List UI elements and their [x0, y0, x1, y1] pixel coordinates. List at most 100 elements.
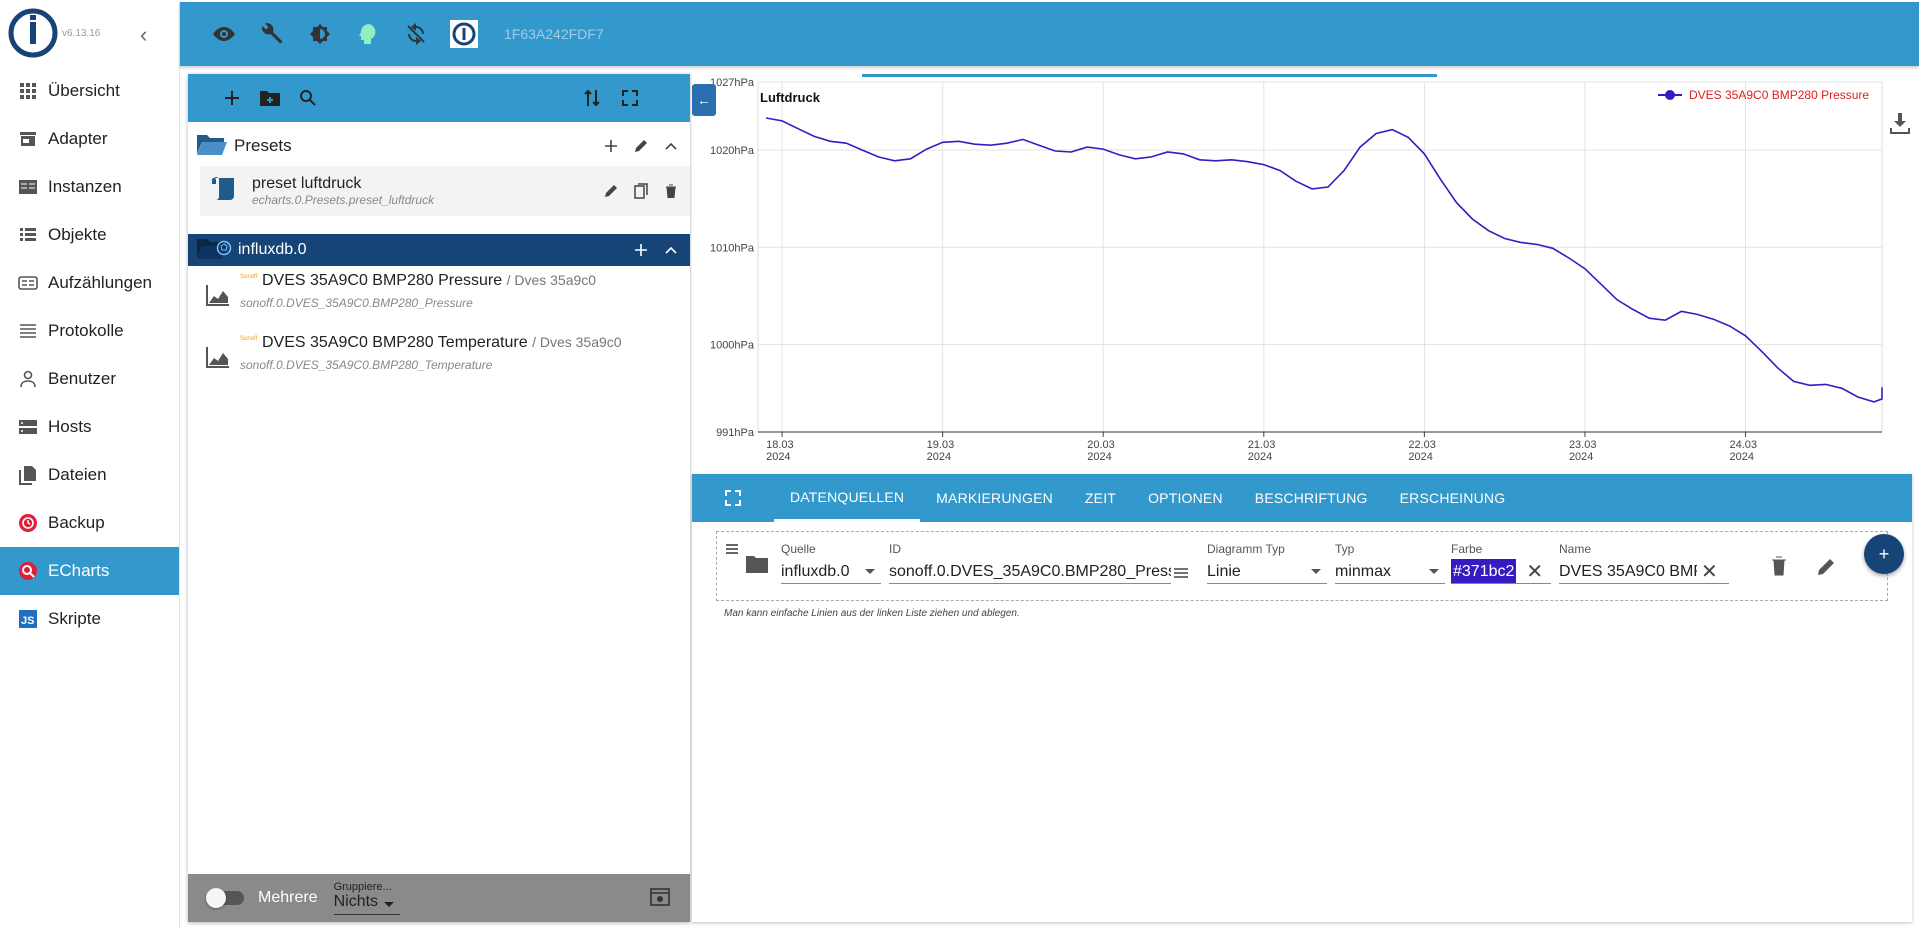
x-tick-label: 18.03	[766, 439, 794, 451]
sidebar-item-echarts[interactable]: ECharts	[0, 547, 179, 595]
sidebar-item-label: Benutzer	[48, 369, 117, 388]
sidebar-item-backup[interactable]: Backup	[0, 499, 179, 547]
expert-mode-icon[interactable]	[354, 20, 382, 48]
multiple-toggle[interactable]	[206, 888, 244, 908]
sidebar-item-label: Objekte	[48, 225, 107, 244]
sidebar-item-hosts[interactable]: Hosts	[0, 403, 179, 451]
settings-panel: DATENQUELLEN MARKIERUNGEN ZEIT OPTIONEN BESC…	[692, 474, 1912, 922]
x-tick-year-label: 2024	[1730, 451, 1754, 463]
wrench-icon[interactable]	[258, 20, 286, 48]
clear-name-icon[interactable]: ✕	[1701, 559, 1718, 583]
collapse-icon[interactable]	[662, 137, 680, 155]
folder-icon[interactable]	[745, 554, 769, 579]
name-field[interactable]: Name DVES 35A9C0 BMP280 Pressure ✕	[1559, 542, 1729, 584]
add-icon[interactable]	[220, 86, 244, 110]
sidebar-item-label: Übersicht	[48, 81, 120, 100]
search-icon[interactable]	[296, 86, 320, 110]
objects-toolbar	[188, 74, 690, 122]
preset-item[interactable]: preset luftdruck echarts.0.Presets.prese…	[200, 166, 690, 216]
x-tick-year-label: 2024	[1087, 451, 1111, 463]
area-chart-icon	[206, 346, 230, 373]
svg-text:JS: JS	[21, 615, 34, 627]
source-select[interactable]: Quelle influxdb.0	[781, 542, 881, 584]
copy-preset-icon[interactable]	[632, 182, 650, 200]
collapse-panel-button[interactable]: ←	[692, 84, 716, 116]
influxdb-label: influxdb.0	[238, 241, 307, 258]
presets-folder[interactable]: Presets	[188, 126, 690, 166]
sonoff-tag: Sonoff	[240, 336, 258, 342]
sidebar-item-label: Instanzen	[48, 177, 122, 196]
store-icon	[18, 129, 38, 149]
delete-preset-icon[interactable]	[662, 182, 680, 200]
delete-line-icon[interactable]	[1771, 556, 1787, 581]
objects-footer: Mehrere Gruppiere... Nichts	[188, 874, 690, 922]
y-tick-label: 991hPa	[716, 427, 755, 439]
preset-title: preset luftdruck	[252, 175, 362, 192]
influxdb-folder[interactable]: influxdb.0	[188, 234, 690, 266]
collapse-icon[interactable]	[662, 241, 680, 259]
user-icon	[18, 369, 38, 389]
list-icon[interactable]	[1173, 566, 1189, 584]
tab-erscheinung[interactable]: ERSCHEINUNG	[1384, 474, 1522, 522]
sidebar-item-label: Backup	[48, 513, 105, 532]
sidebar-item-übersicht[interactable]: Übersicht	[0, 67, 179, 115]
sidebar-item-protokolle[interactable]: Protokolle	[0, 307, 179, 355]
tab-beschriftung[interactable]: BESCHRIFTUNG	[1239, 474, 1384, 522]
sidebar-item-dateien[interactable]: Dateien	[0, 451, 179, 499]
add-preset-icon[interactable]	[602, 137, 620, 155]
add-folder-icon[interactable]	[258, 86, 282, 110]
id-field[interactable]: ID sonoff.0.DVES_35A9C0.BMP280_Pressure	[889, 542, 1171, 584]
edit-folder-icon[interactable]	[632, 137, 650, 155]
sidebar-item-adapter[interactable]: Adapter	[0, 115, 179, 163]
sort-icon[interactable]	[580, 86, 604, 110]
host-logo-icon[interactable]	[450, 20, 478, 48]
aggregate-type-select[interactable]: Typ minmax	[1335, 542, 1445, 584]
restart-icon[interactable]	[402, 20, 430, 48]
eye-icon[interactable]	[210, 20, 238, 48]
plot-area	[757, 81, 1883, 433]
state-room: / Dves 35a9c0	[532, 334, 622, 350]
js-icon: JS	[18, 609, 38, 629]
add-line-button[interactable]: +	[1864, 534, 1904, 574]
view-icon[interactable]	[650, 888, 670, 911]
sonoff-tag: Sonoff	[240, 274, 258, 280]
state-item[interactable]: Sonoff DVES 35A9C0 BMP280 Temperature / D…	[188, 328, 690, 390]
tab-optionen[interactable]: OPTIONEN	[1132, 474, 1239, 522]
chart-type-select[interactable]: Diagramm Typ Linie	[1207, 542, 1327, 584]
log-icon	[18, 321, 38, 341]
sidebar-item-benutzer[interactable]: Benutzer	[0, 355, 179, 403]
group-select-label: Gruppiere...	[333, 881, 392, 893]
legend-label: DVES 35A9C0 BMP280 Pressure	[1689, 88, 1869, 102]
theme-brightness-icon[interactable]	[306, 20, 334, 48]
y-tick-label: 1027hPa	[710, 77, 755, 89]
tab-markierungen[interactable]: MARKIERUNGEN	[920, 474, 1069, 522]
state-id: sonoff.0.DVES_35A9C0.BMP280_Temperature	[240, 358, 493, 372]
tab-datenquellen[interactable]: DATENQUELLEN	[774, 474, 921, 522]
sidebar-item-objekte[interactable]: Objekte	[0, 211, 179, 259]
sidebar-item-skripte[interactable]: JS Skripte	[0, 595, 179, 643]
collapse-sidebar-icon[interactable]: ‹	[140, 22, 147, 48]
sidebar-item-aufzählungen[interactable]: Aufzählungen	[0, 259, 179, 307]
enum-icon	[18, 273, 38, 293]
color-field[interactable]: Farbe #371bc2 ✕	[1451, 542, 1551, 584]
tab-zeit[interactable]: ZEIT	[1069, 474, 1132, 522]
add-icon[interactable]	[632, 241, 650, 259]
group-select[interactable]: Gruppiere... Nichts	[333, 881, 400, 915]
edit-line-icon[interactable]	[1817, 556, 1837, 581]
x-tick-label: 24.03	[1730, 439, 1758, 451]
state-item[interactable]: Sonoff DVES 35A9C0 BMP280 Pressure / Dves…	[188, 266, 690, 328]
sidebar-item-label: Dateien	[48, 465, 107, 484]
expand-all-icon[interactable]	[618, 86, 642, 110]
preset-id: echarts.0.Presets.preset_luftdruck	[252, 193, 435, 207]
fullscreen-icon[interactable]	[692, 474, 774, 522]
edit-preset-icon[interactable]	[602, 182, 620, 200]
x-tick-year-label: 2024	[766, 451, 790, 463]
drag-handle-icon[interactable]	[725, 542, 739, 560]
y-tick-label: 1000hPa	[710, 340, 755, 352]
color-label: Farbe	[1451, 542, 1483, 556]
sidebar-item-instanzen[interactable]: Instanzen	[0, 163, 179, 211]
download-icon[interactable]	[1890, 112, 1910, 139]
clear-color-icon[interactable]: ✕	[1526, 559, 1543, 583]
influxdb-icon	[216, 240, 232, 261]
iobroker-logo[interactable]	[8, 8, 58, 58]
